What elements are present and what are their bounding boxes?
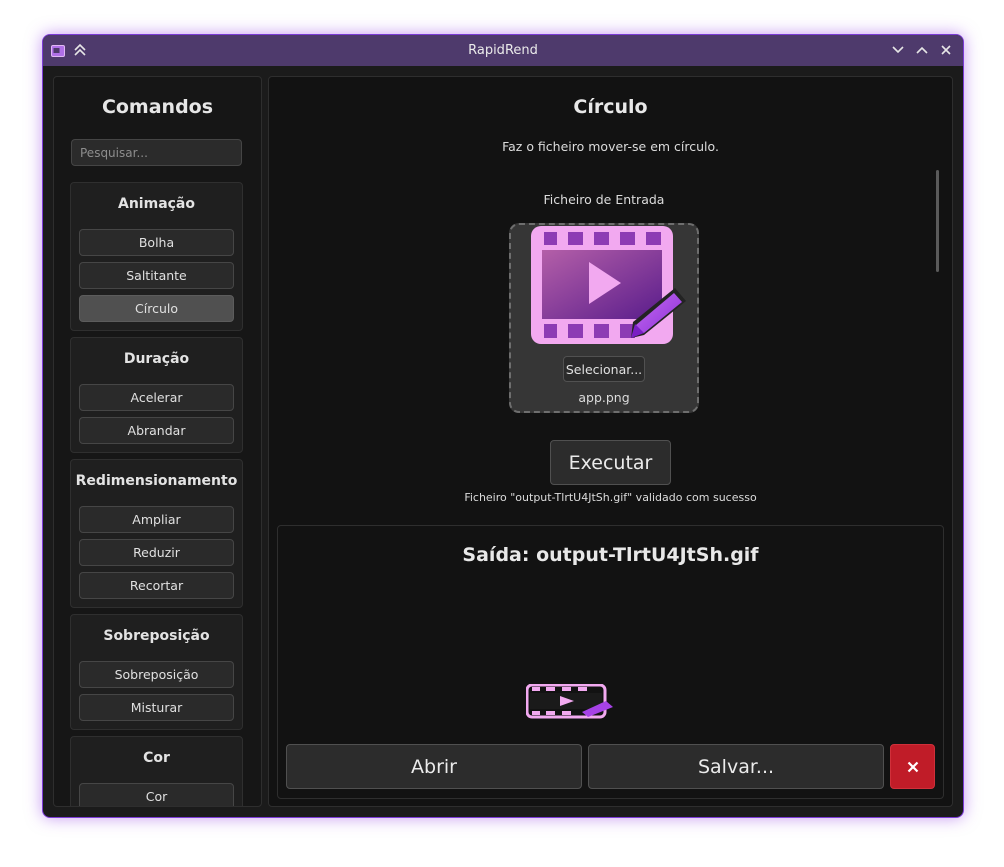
command-saltitante-button[interactable]: Saltitante	[79, 262, 234, 289]
section-duracao: Duração Acelerar Abrandar	[70, 337, 243, 453]
section-title: Duração	[123, 351, 190, 367]
section-title: Redimensionamento	[75, 473, 238, 489]
section-title: Animação	[118, 196, 195, 212]
command-title: Círculo	[573, 96, 648, 118]
selected-filename: app.png	[578, 390, 630, 405]
input-file-dropzone[interactable]: Selecionar... app.png	[509, 223, 699, 413]
output-panel: Saída: output-TlrtU4JtSh.gif Abrir Salva…	[277, 525, 944, 799]
output-preview-icon	[526, 684, 613, 719]
command-panel: Círculo Faz o ficheiro mover-se em círcu…	[268, 76, 953, 807]
window-title: RapidRend	[468, 43, 538, 58]
sidebar-title: Comandos	[101, 96, 214, 118]
section-title: Cor	[143, 750, 170, 766]
close-window-button[interactable]	[935, 40, 957, 60]
dismiss-output-button[interactable]	[890, 744, 935, 789]
command-reduzir-button[interactable]: Reduzir	[79, 539, 234, 566]
command-misturar-button[interactable]: Misturar	[79, 694, 234, 721]
section-redimensionamento: Redimensionamento Ampliar Reduzir Recort…	[70, 459, 243, 608]
command-acelerar-button[interactable]: Acelerar	[79, 384, 234, 411]
command-recortar-button[interactable]: Recortar	[79, 572, 234, 599]
minimize-button[interactable]	[887, 40, 909, 60]
titlebar[interactable]: RapidRend	[43, 35, 963, 66]
execute-button[interactable]: Executar	[550, 440, 671, 485]
command-description: Faz o ficheiro mover-se em círculo.	[502, 139, 719, 154]
app-icon	[51, 42, 65, 61]
command-bolha-button[interactable]: Bolha	[79, 229, 234, 256]
command-cor-button[interactable]: Cor	[79, 783, 234, 806]
save-button[interactable]: Salvar...	[588, 744, 884, 789]
command-circulo-button[interactable]: Círculo	[79, 295, 234, 322]
video-edit-icon	[531, 226, 686, 344]
search-input[interactable]	[71, 139, 242, 166]
close-icon	[907, 761, 918, 772]
section-cor: Cor Cor	[70, 736, 243, 806]
scrollbar[interactable]	[936, 170, 939, 272]
maximize-button[interactable]	[911, 40, 933, 60]
section-animacao: Animação Bolha Saltitante Círculo	[70, 182, 243, 331]
input-file-label: Ficheiro de Entrada	[543, 192, 665, 207]
open-button[interactable]: Abrir	[286, 744, 582, 789]
section-sobreposicao: Sobreposição Sobreposição Misturar	[70, 614, 243, 730]
status-message: Ficheiro "output-TlrtU4JtSh.gif" validad…	[464, 491, 757, 504]
output-title: Saída: output-TlrtU4JtSh.gif	[462, 544, 759, 566]
commands-sidebar: Comandos Animação Bolha Saltitante Círcu…	[53, 76, 262, 807]
keep-above-icon[interactable]	[73, 42, 87, 61]
app-window: RapidRend Comandos Animação Bolha Saltit…	[42, 34, 964, 818]
command-sobreposicao-button[interactable]: Sobreposição	[79, 661, 234, 688]
close-icon	[941, 45, 951, 55]
select-file-button[interactable]: Selecionar...	[563, 356, 645, 382]
command-ampliar-button[interactable]: Ampliar	[79, 506, 234, 533]
chevron-up-icon	[916, 46, 928, 54]
section-title: Sobreposição	[103, 628, 210, 644]
chevron-down-icon	[892, 46, 904, 54]
command-abrandar-button[interactable]: Abrandar	[79, 417, 234, 444]
